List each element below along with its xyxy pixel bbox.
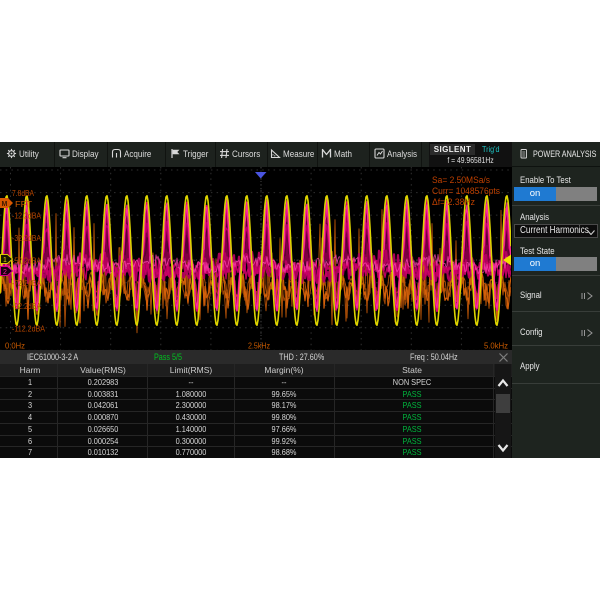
svg-text:Δf= 2.38Hz: Δf= 2.38Hz — [432, 197, 475, 207]
svg-text:-72.2dBA: -72.2dBA — [12, 278, 41, 288]
svg-text:2.5kHz: 2.5kHz — [248, 341, 270, 351]
svg-text:7.8dBA: 7.8dBA — [12, 188, 34, 198]
svg-text:0.0Hz: 0.0Hz — [5, 341, 25, 351]
svg-text:FFT: FFT — [15, 199, 32, 209]
svg-text:Curr= 1048576pts: Curr= 1048576pts — [432, 186, 500, 196]
svg-text:-32.2dBA: -32.2dBA — [12, 233, 41, 243]
svg-text:5.0kHz: 5.0kHz — [484, 341, 508, 351]
svg-text:2: 2 — [3, 269, 7, 276]
svg-text:-52.2dBA: -52.2dBA — [12, 256, 41, 266]
svg-text:1: 1 — [3, 257, 7, 264]
svg-text:Sa= 2.50MSa/s: Sa= 2.50MSa/s — [432, 175, 490, 185]
svg-text:-92.2dBA: -92.2dBA — [12, 301, 41, 311]
svg-text:-112.2dBA: -112.2dBA — [12, 323, 45, 333]
svg-text:M: M — [2, 201, 8, 208]
svg-text:-12.2dBA: -12.2dBA — [12, 211, 41, 221]
